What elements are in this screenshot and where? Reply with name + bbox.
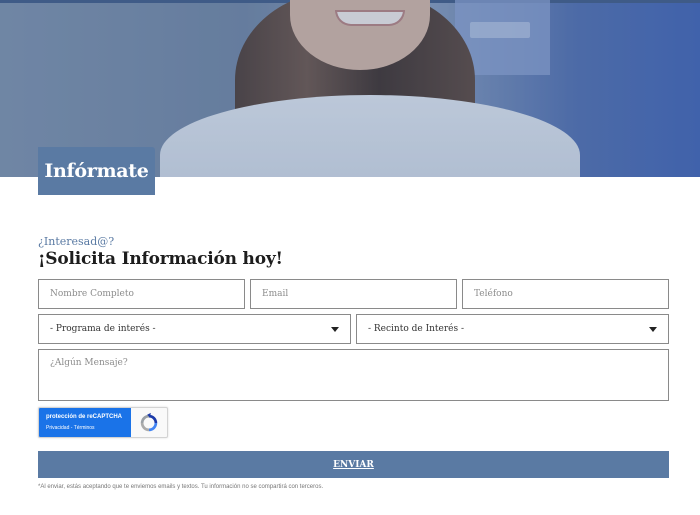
- name-input-placeholder: Nombre Completo: [50, 289, 134, 299]
- email-input[interactable]: Email: [250, 279, 457, 309]
- phone-input[interactable]: Teléfono: [462, 279, 669, 309]
- form-headline: ¡Solicita Información hoy!: [38, 249, 283, 269]
- chevron-down-icon: [649, 326, 657, 332]
- program-select[interactable]: - Programa de interés -: [38, 314, 351, 344]
- campus-select-value: - Recinto de Interés -: [368, 324, 465, 334]
- recaptcha-links[interactable]: Privacidad - Términos: [46, 424, 127, 432]
- message-textarea-placeholder: ¿Algún Mensaje?: [50, 358, 128, 368]
- recaptcha-info-panel: protección de reCAPTCHA Privacidad - Tér…: [39, 408, 131, 437]
- campus-select[interactable]: - Recinto de Interés -: [356, 314, 669, 344]
- recaptcha-icon: [131, 408, 167, 437]
- phone-input-placeholder: Teléfono: [474, 289, 513, 299]
- submit-button[interactable]: ENVIAR: [38, 451, 669, 478]
- recaptcha-badge[interactable]: protección de reCAPTCHA Privacidad - Tér…: [38, 407, 168, 438]
- name-input[interactable]: Nombre Completo: [38, 279, 245, 309]
- informate-tab: Infórmate: [38, 147, 155, 195]
- form-disclaimer: *Al enviar, estás aceptando que te envie…: [38, 484, 324, 490]
- program-select-value: - Programa de interés -: [50, 324, 156, 334]
- message-textarea[interactable]: ¿Algún Mensaje?: [38, 349, 669, 401]
- recaptcha-title: protección de reCAPTCHA: [46, 414, 123, 420]
- email-input-placeholder: Email: [262, 289, 289, 299]
- form-kicker: ¿Interesad@?: [38, 235, 115, 248]
- chevron-down-icon: [331, 326, 339, 332]
